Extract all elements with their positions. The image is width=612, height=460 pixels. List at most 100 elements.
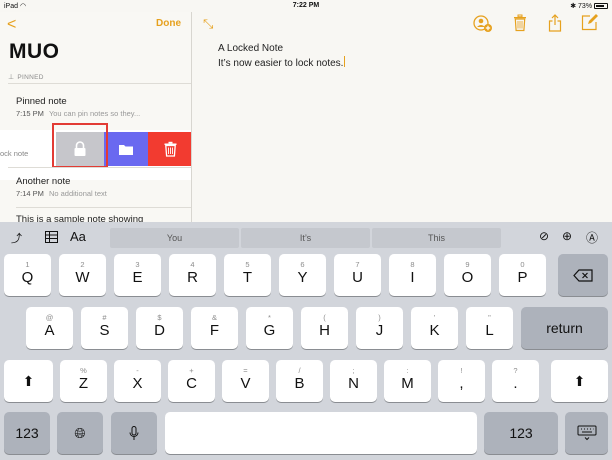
shift-key-right[interactable]: ⬆	[551, 360, 608, 402]
keyboard-dismiss-icon	[577, 425, 596, 441]
key-alt-char: +	[189, 366, 194, 375]
key-row2-6[interactable]: ) J	[356, 307, 403, 349]
numbers-key-left[interactable]: 123	[4, 412, 50, 454]
backspace-key[interactable]	[558, 254, 608, 296]
key-alt-char: ?	[513, 366, 518, 375]
key-row1-6[interactable]: 7U	[334, 254, 381, 296]
key-row1-7[interactable]: 8I	[389, 254, 436, 296]
key-alt-char: 9	[465, 260, 470, 269]
note-line-body: It’s now easier to lock notes.	[218, 56, 346, 69]
key-row2-3[interactable]: & F	[191, 307, 238, 349]
key-alt-char: =	[243, 366, 248, 375]
key-row1-5[interactable]: 6Y	[279, 254, 326, 296]
dictation-key[interactable]	[111, 412, 157, 454]
key-row1-3[interactable]: 4R	[169, 254, 216, 296]
pinned-section-header: ⊥ PINNED	[8, 74, 44, 81]
key-row1-2[interactable]: 3E	[114, 254, 161, 296]
numbers-key-right[interactable]: 123	[484, 412, 558, 454]
key-row3-2[interactable]: + C	[168, 360, 215, 402]
undo-icon[interactable]: ⤴	[11, 230, 22, 246]
key-alt-char: :	[406, 366, 409, 375]
key-alt-char: 0	[520, 260, 525, 269]
key-alt-char: 8	[410, 260, 415, 269]
key-row3-7[interactable]: !,	[438, 360, 485, 402]
key-row2-5[interactable]: (H	[301, 307, 348, 349]
key-row1-0[interactable]: 1Q	[4, 254, 51, 296]
key-row1-9[interactable]: 0P	[499, 254, 546, 296]
key-main-char: C	[186, 375, 197, 392]
key-main-char: Y	[297, 269, 308, 286]
battery-indicator: ✱ 73%	[570, 2, 608, 10]
key-row3-0[interactable]: % Z	[60, 360, 107, 402]
suggestion-3[interactable]: This	[372, 228, 501, 248]
suggestion-2[interactable]: It’s	[241, 228, 370, 248]
key-row2-4[interactable]: * G	[246, 307, 293, 349]
key-row3-4[interactable]: / B	[276, 360, 323, 402]
key-row2-7[interactable]: ’ K	[411, 307, 458, 349]
add-people-icon[interactable]	[473, 14, 493, 34]
key-main-char: ,	[459, 375, 464, 392]
key-row1-1[interactable]: 2W	[59, 254, 106, 296]
key-row1-4[interactable]: 5T	[224, 254, 271, 296]
key-main-char: K	[429, 322, 440, 339]
done-button[interactable]: Done	[156, 18, 181, 29]
key-row2-1[interactable]: # S	[81, 307, 128, 349]
key-alt-char: 2	[80, 260, 85, 269]
key-main-char: Z	[78, 375, 89, 392]
key-row3-6[interactable]: :M	[384, 360, 431, 402]
list-item-another-note[interactable]: Another note 7:14 PM No additional text	[16, 176, 191, 198]
note-meta: 7:14 PM No additional text	[16, 189, 107, 198]
clock: 7:22 PM	[292, 2, 320, 9]
highlight-box	[52, 123, 108, 168]
list-item-sample-note[interactable]: This is a sample note showing	[16, 214, 191, 222]
key-alt-char: %	[80, 366, 87, 375]
notes-sidebar: < Done MUO ⊥ PINNED Pinned note 7:15 PM Yo…	[0, 12, 192, 222]
expand-icon[interactable]: ⤡	[203, 16, 213, 32]
shift-key-left[interactable]: ⬆	[4, 360, 53, 402]
battery-icon	[594, 3, 608, 10]
dismiss-keyboard-key[interactable]	[565, 412, 608, 454]
key-row3-8[interactable]: ?.	[492, 360, 539, 402]
markup-icon[interactable]: Ⓐ	[586, 229, 598, 246]
key-main-char: H	[319, 322, 330, 339]
suggestion-1[interactable]: You	[110, 228, 239, 248]
key-alt-char: *	[268, 313, 271, 322]
key-alt-char: (	[323, 313, 326, 322]
key-main-char: F	[209, 322, 220, 339]
key-row3-3[interactable]: = V	[222, 360, 269, 402]
globe-key[interactable]: 🌐︎	[57, 412, 103, 454]
move-note-button[interactable]	[104, 132, 148, 166]
trash-icon[interactable]	[513, 14, 527, 32]
key-main-char: W	[75, 269, 90, 286]
key-main-char: E	[132, 269, 143, 286]
key-main-char: V	[240, 375, 251, 392]
key-alt-char: 5	[245, 260, 250, 269]
key-main-char: D	[154, 322, 165, 339]
space-key[interactable]	[165, 412, 477, 454]
text-format-icon[interactable]: Aa	[70, 229, 86, 244]
key-row2-8[interactable]: " L	[466, 307, 513, 349]
key-alt-char: ;	[352, 366, 355, 375]
share-icon[interactable]	[548, 14, 562, 32]
key-row2-2[interactable]: $ D	[136, 307, 183, 349]
back-chevron-icon[interactable]: <	[7, 16, 16, 34]
checklist-icon[interactable]: ⊘	[539, 229, 549, 243]
note-editor[interactable]: A Locked Note It’s now easier to lock no…	[218, 41, 346, 71]
shift-icon: ⬆	[22, 372, 35, 389]
table-icon[interactable]	[45, 231, 58, 243]
trash-icon	[164, 141, 176, 157]
key-main-char: X	[132, 375, 143, 392]
key-alt-char: 7	[355, 260, 360, 269]
add-icon[interactable]: ⊕	[562, 229, 572, 243]
return-key[interactable]: return	[521, 307, 608, 349]
key-row3-5[interactable]: ; N	[330, 360, 377, 402]
key-row3-1[interactable]: -X	[114, 360, 161, 402]
key-row1-8[interactable]: 9O	[444, 254, 491, 296]
list-item-pinned-note[interactable]: Pinned note 7:15 PM You can pin notes so …	[16, 96, 191, 118]
compose-icon[interactable]	[581, 14, 598, 31]
note-title: This is a sample note showing	[16, 214, 144, 222]
key-alt-char: @	[45, 313, 54, 322]
globe-icon: 🌐︎	[74, 424, 86, 441]
key-row2-0[interactable]: @ A	[26, 307, 73, 349]
delete-note-button[interactable]	[148, 132, 191, 166]
